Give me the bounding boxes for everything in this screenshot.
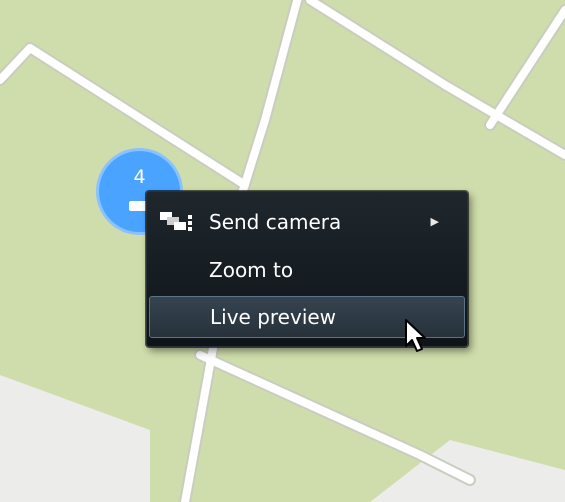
road: [486, 6, 565, 129]
road: [196, 351, 474, 484]
map-area-light: [0, 375, 150, 502]
map-view[interactable]: 4 Send camera ▶ Zoom to Live preview: [0, 0, 565, 502]
menu-item-send-camera[interactable]: Send camera ▶: [149, 200, 465, 244]
arrow-cursor-icon: [405, 319, 426, 352]
menu-item-label: Send camera: [209, 210, 342, 234]
submenu-arrow-icon: ▶: [430, 215, 439, 228]
cluster-count: 4: [133, 166, 146, 188]
menu-item-label: Zoom to: [209, 258, 294, 282]
send-camera-icon: [160, 212, 192, 231]
menu-item-label: Live preview: [210, 305, 337, 329]
menu-item-zoom-to[interactable]: Zoom to: [149, 248, 465, 292]
